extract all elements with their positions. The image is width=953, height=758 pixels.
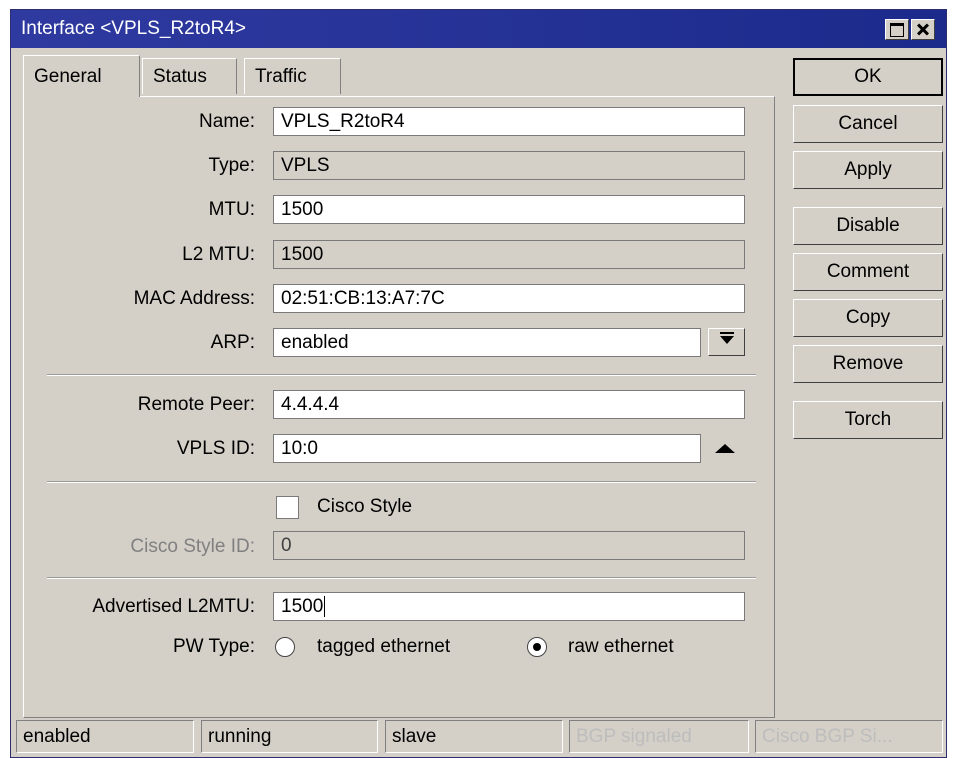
collapse-up-arrow-icon[interactable] bbox=[715, 444, 735, 453]
pw-type-tagged-label: tagged ethernet bbox=[317, 636, 451, 657]
name-label: Name: bbox=[199, 111, 255, 132]
pw-type-label: PW Type: bbox=[172, 636, 255, 657]
interface-window: Interface <VPLS_R2toR4> Status Traffic G… bbox=[10, 9, 947, 758]
ok-button[interactable]: OK bbox=[793, 58, 943, 96]
mac-address-label: MAC Address: bbox=[133, 288, 255, 309]
mtu-input[interactable]: 1500 bbox=[273, 195, 745, 224]
remote-peer-input[interactable]: 4.4.4.4 bbox=[273, 390, 745, 419]
advertised-l2mtu-input[interactable]: 1500 bbox=[273, 592, 745, 621]
status-running: running bbox=[201, 720, 378, 753]
close-icon[interactable] bbox=[911, 19, 935, 40]
tab-traffic[interactable]: Traffic bbox=[244, 58, 341, 94]
name-input[interactable]: VPLS_R2toR4 bbox=[273, 107, 745, 136]
pw-type-raw-radio[interactable] bbox=[527, 637, 547, 657]
advertised-l2mtu-label: Advertised L2MTU: bbox=[92, 596, 255, 617]
torch-button[interactable]: Torch bbox=[793, 401, 943, 439]
window-title: Interface <VPLS_R2toR4> bbox=[21, 18, 246, 39]
l2mtu-field: 1500 bbox=[273, 240, 745, 269]
separator-3 bbox=[47, 577, 756, 579]
vpls-id-label: VPLS ID: bbox=[176, 438, 255, 459]
l2mtu-label: L2 MTU: bbox=[182, 244, 255, 265]
arp-select[interactable]: enabled bbox=[273, 328, 701, 357]
cisco-style-id-field: 0 bbox=[273, 531, 745, 560]
status-cisco-bgp: Cisco BGP Si... bbox=[755, 720, 943, 753]
status-enabled: enabled bbox=[16, 720, 194, 753]
remove-button[interactable]: Remove bbox=[793, 345, 943, 383]
vpls-id-input[interactable]: 10:0 bbox=[273, 434, 701, 463]
text-caret bbox=[324, 596, 326, 618]
tab-general[interactable]: General bbox=[23, 55, 140, 97]
maximize-icon[interactable] bbox=[885, 19, 909, 40]
tab-traffic-label: Traffic bbox=[255, 66, 307, 87]
apply-button[interactable]: Apply bbox=[793, 151, 943, 189]
tab-general-label: General bbox=[34, 66, 102, 87]
pw-type-tagged-radio[interactable] bbox=[275, 637, 295, 657]
tab-status-label: Status bbox=[153, 66, 207, 87]
arp-label: ARP: bbox=[210, 332, 255, 353]
status-bgp-signaled: BGP signaled bbox=[569, 720, 749, 753]
copy-button[interactable]: Copy bbox=[793, 299, 943, 337]
type-label: Type: bbox=[208, 155, 255, 176]
title-bar[interactable]: Interface <VPLS_R2toR4> bbox=[11, 10, 946, 48]
advertised-l2mtu-value: 1500 bbox=[281, 596, 324, 617]
status-slave: slave bbox=[385, 720, 563, 753]
pw-type-raw-label: raw ethernet bbox=[568, 636, 674, 657]
mac-address-input[interactable]: 02:51:CB:13:A7:7C bbox=[273, 284, 745, 313]
mtu-label: MTU: bbox=[208, 199, 255, 220]
remote-peer-label: Remote Peer: bbox=[137, 394, 255, 415]
arp-dropdown-button[interactable] bbox=[708, 328, 745, 356]
separator-2 bbox=[47, 481, 756, 483]
type-field: VPLS bbox=[273, 151, 745, 180]
cisco-style-label: Cisco Style bbox=[317, 496, 413, 517]
disable-button[interactable]: Disable bbox=[793, 207, 943, 245]
separator-1 bbox=[47, 374, 756, 376]
dropdown-arrow-icon bbox=[720, 332, 734, 344]
cisco-style-checkbox[interactable] bbox=[276, 496, 299, 519]
tab-status[interactable]: Status bbox=[142, 58, 237, 94]
cisco-style-id-label: Cisco Style ID: bbox=[130, 536, 255, 557]
cancel-button[interactable]: Cancel bbox=[793, 105, 943, 143]
comment-button[interactable]: Comment bbox=[793, 253, 943, 291]
